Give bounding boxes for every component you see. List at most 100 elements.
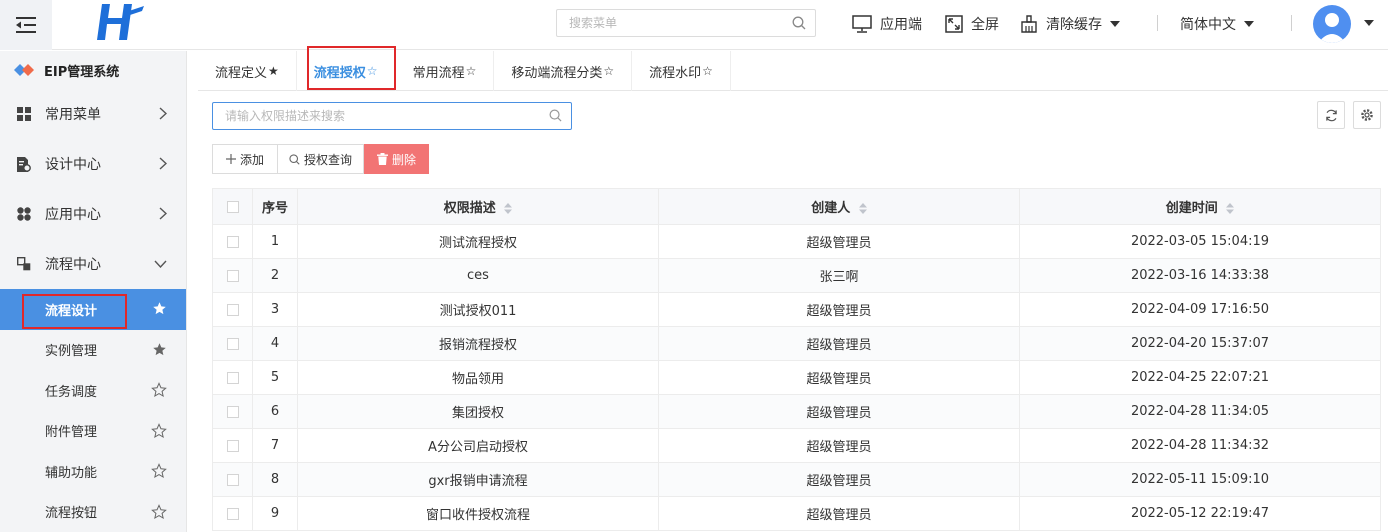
table-row[interactable]: 1 测试流程授权 超级管理员 2022-03-05 15:04:19	[212, 224, 1381, 259]
auth-query-button-label: 授权查询	[303, 152, 352, 167]
fullscreen-icon	[945, 15, 963, 33]
row-desc-link[interactable]: gxr报销申请流程	[297, 462, 659, 497]
sort-icon[interactable]	[1226, 203, 1235, 214]
table-row[interactable]: 9 窗口收件授权流程 超级管理员 2022-05-12 22:19:47	[212, 496, 1381, 531]
row-desc-link[interactable]: 测试流程授权	[297, 224, 659, 259]
caret-down-icon[interactable]	[1364, 20, 1374, 26]
row-select-cell	[212, 224, 253, 259]
row-desc-link[interactable]: A分公司启动授权	[297, 428, 659, 463]
row-checkbox[interactable]	[226, 337, 239, 350]
add-button[interactable]: 添加	[212, 144, 278, 174]
sort-icon[interactable]	[858, 203, 867, 214]
star-outline-icon[interactable]: ☆	[466, 64, 477, 78]
sidebar-item-app-center[interactable]: 应用中心	[0, 189, 186, 239]
star-outline-icon[interactable]	[151, 463, 167, 479]
menu-toggle-button[interactable]	[0, 0, 52, 50]
row-select-cell	[212, 292, 253, 327]
tab-mobile-flow-category[interactable]: 移动端流程分类 ☆	[494, 51, 633, 91]
star-outline-icon[interactable]: ☆	[603, 64, 614, 78]
select-all-checkbox[interactable]	[226, 200, 239, 213]
sidebar-subitem-attachment-manage[interactable]: 附件管理	[0, 411, 186, 452]
language-dropdown[interactable]: 简体中文	[1180, 12, 1262, 36]
sidebar-item-label: 设计中心	[45, 157, 101, 173]
star-outline-icon[interactable]	[151, 503, 167, 520]
row-desc-link[interactable]: 窗口收件授权流程	[297, 496, 659, 531]
tab-label: 常用流程	[412, 65, 465, 81]
sidebar-subitem-flow-design[interactable]: 流程设计	[0, 289, 186, 330]
sidebar-subitem-label: 任务调度	[45, 384, 98, 400]
row-checkbox[interactable]	[226, 439, 239, 452]
star-filled-icon[interactable]: ★	[268, 64, 279, 78]
sidebar-item-flow-center[interactable]: 流程中心	[0, 239, 186, 289]
plus-icon	[225, 154, 236, 164]
row-checkbox[interactable]	[226, 371, 239, 384]
row-desc-link[interactable]: 集团授权	[297, 394, 659, 429]
search-icon[interactable]	[792, 16, 806, 30]
tab-flow-watermark[interactable]: 流程水印 ☆	[632, 51, 731, 91]
row-time: 2022-05-11 15:09:10	[1019, 462, 1381, 497]
app-terminal-button[interactable]: 应用端	[852, 12, 922, 36]
column-header-desc[interactable]: 权限描述	[297, 188, 659, 225]
sidebar-subitem-instance-manage[interactable]: 实例管理	[0, 330, 186, 371]
star-filled-icon[interactable]	[152, 342, 167, 357]
settings-button[interactable]	[1353, 101, 1381, 129]
row-time: 2022-04-25 22:07:21	[1019, 360, 1381, 395]
refresh-button[interactable]	[1317, 101, 1345, 129]
row-desc-link[interactable]: ces	[297, 258, 659, 293]
table-row[interactable]: 3 测试授权011 超级管理员 2022-04-09 17:16:50	[212, 292, 1381, 327]
menu-search-input[interactable]	[557, 10, 777, 36]
row-checkbox[interactable]	[226, 473, 239, 486]
star-filled-icon[interactable]	[152, 301, 167, 316]
search-icon[interactable]	[549, 109, 562, 122]
delete-button[interactable]: 删除	[364, 144, 429, 174]
language-label: 简体中文	[1180, 17, 1236, 33]
table-row[interactable]: 2 ces 张三啊 2022-03-16 14:33:38	[212, 258, 1381, 293]
clear-cache-button[interactable]: 清除缓存	[1020, 12, 1128, 36]
tab-common-flow[interactable]: 常用流程 ☆	[396, 51, 495, 91]
fullscreen-button[interactable]: 全屏	[945, 12, 999, 36]
tab-flow-definition[interactable]: 流程定义 ★	[198, 51, 297, 91]
row-checkbox[interactable]	[226, 269, 239, 282]
row-select-cell	[212, 394, 253, 429]
row-no: 1	[252, 224, 298, 259]
sidebar-item-design-center[interactable]: 设计中心	[0, 139, 186, 189]
column-header-label: 权限描述	[443, 201, 496, 216]
row-desc-link[interactable]: 物品领用	[297, 360, 659, 395]
table-row[interactable]: 4 报销流程授权 超级管理员 2022-04-20 15:37:07	[212, 326, 1381, 361]
column-header-creator[interactable]: 创建人	[658, 188, 1020, 225]
search-icon	[289, 153, 300, 165]
row-checkbox[interactable]	[226, 507, 239, 520]
row-checkbox[interactable]	[226, 405, 239, 418]
star-outline-icon[interactable]	[151, 382, 167, 398]
table-row[interactable]: 5 物品领用 超级管理员 2022-04-25 22:07:21	[212, 360, 1381, 395]
tab-flow-authorization[interactable]: 流程授权 ☆	[297, 51, 396, 91]
permission-search-input[interactable]	[213, 103, 533, 129]
row-desc-link[interactable]: 测试授权011	[297, 292, 659, 327]
row-select-cell	[212, 326, 253, 361]
star-outline-icon[interactable]: ☆	[367, 64, 378, 78]
table-row[interactable]: 8 gxr报销申请流程 超级管理员 2022-05-11 15:09:10	[212, 462, 1381, 497]
row-no: 9	[252, 496, 298, 531]
row-desc-link[interactable]: 报销流程授权	[297, 326, 659, 361]
sidebar-subitem-flow-buttons[interactable]: 流程按钮	[0, 492, 186, 532]
menu-fold-icon	[16, 17, 36, 33]
star-outline-icon[interactable]: ☆	[702, 64, 713, 78]
row-select-cell	[212, 428, 253, 463]
row-time: 2022-03-05 15:04:19	[1019, 224, 1381, 259]
auth-query-button[interactable]: 授权查询	[277, 144, 364, 174]
sidebar-subitem-label: 实例管理	[45, 344, 98, 360]
sidebar-subitem-aux-function[interactable]: 辅助功能	[0, 451, 186, 492]
broom-icon	[1021, 15, 1037, 33]
row-creator: 超级管理员	[658, 224, 1020, 259]
sidebar-item-common-menu[interactable]: 常用菜单	[0, 89, 186, 139]
user-avatar[interactable]	[1313, 5, 1351, 43]
row-checkbox[interactable]	[226, 235, 239, 248]
sidebar-subitem-task-schedule[interactable]: 任务调度	[0, 370, 186, 411]
column-header-time[interactable]: 创建时间	[1019, 188, 1381, 225]
row-creator: 超级管理员	[658, 496, 1020, 531]
table-row[interactable]: 6 集团授权 超级管理员 2022-04-28 11:34:05	[212, 394, 1381, 429]
table-row[interactable]: 7 A分公司启动授权 超级管理员 2022-04-28 11:34:32	[212, 428, 1381, 463]
star-outline-icon[interactable]	[151, 422, 167, 439]
sort-icon[interactable]	[504, 203, 513, 214]
row-checkbox[interactable]	[226, 303, 239, 316]
